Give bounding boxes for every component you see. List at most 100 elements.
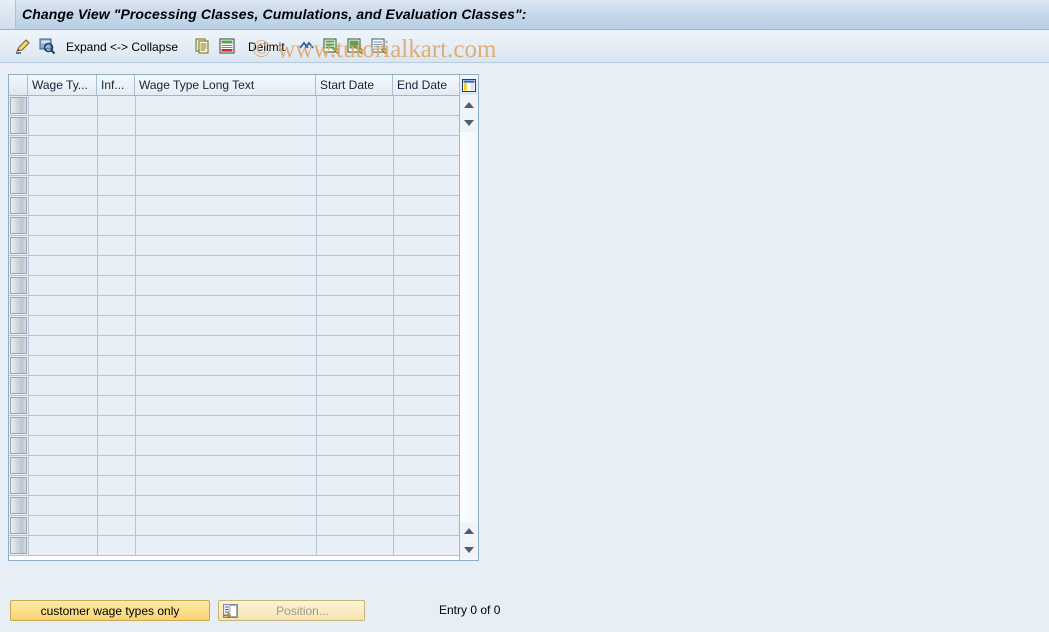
table-cell-infotype[interactable] [98, 336, 135, 355]
table-cell-end_date[interactable] [394, 136, 461, 155]
row-select-button[interactable] [10, 197, 27, 214]
table-cell-wage_type[interactable] [29, 296, 97, 315]
scroll-up-top-button[interactable] [460, 96, 478, 114]
display-button[interactable] [38, 35, 56, 59]
table-cell-infotype[interactable] [98, 236, 135, 255]
column-header-end-date[interactable]: End Date [393, 75, 461, 95]
table-cell-wage_type_long_text[interactable] [136, 476, 316, 495]
table-cell-infotype[interactable] [98, 536, 135, 555]
table-cell-start_date[interactable] [317, 336, 393, 355]
table-cell-wage_type[interactable] [29, 516, 97, 535]
table-cell-start_date[interactable] [317, 96, 393, 115]
table-cell-infotype[interactable] [98, 96, 135, 115]
table-cell-infotype[interactable] [98, 276, 135, 295]
row-select-button[interactable] [10, 537, 27, 554]
table-cell-infotype[interactable] [98, 476, 135, 495]
row-select-button[interactable] [10, 97, 27, 114]
row-select-button[interactable] [10, 377, 27, 394]
table-cell-end_date[interactable] [394, 336, 461, 355]
table-cell-start_date[interactable] [317, 376, 393, 395]
table-cell-end_date[interactable] [394, 436, 461, 455]
table-cell-start_date[interactable] [317, 496, 393, 515]
table-cell-end_date[interactable] [394, 396, 461, 415]
table-row[interactable] [9, 376, 461, 396]
table-cell-start_date[interactable] [317, 316, 393, 335]
table-cell-infotype[interactable] [98, 376, 135, 395]
table-cell-wage_type_long_text[interactable] [136, 276, 316, 295]
customer-wage-types-only-button[interactable]: customer wage types only [10, 600, 210, 621]
table-cell-start_date[interactable] [317, 216, 393, 235]
table-row[interactable] [9, 456, 461, 476]
row-select-button[interactable] [10, 417, 27, 434]
table-row[interactable] [9, 116, 461, 136]
table-cell-wage_type_long_text[interactable] [136, 496, 316, 515]
table-cell-wage_type_long_text[interactable] [136, 256, 316, 275]
table-cell-wage_type_long_text[interactable] [136, 336, 316, 355]
table-row[interactable] [9, 316, 461, 336]
table-cell-infotype[interactable] [98, 296, 135, 315]
table-cell-end_date[interactable] [394, 96, 461, 115]
table-cell-wage_type[interactable] [29, 216, 97, 235]
table-cell-end_date[interactable] [394, 296, 461, 315]
table-row[interactable] [9, 176, 461, 196]
table-row[interactable] [9, 476, 461, 496]
table-cell-wage_type_long_text[interactable] [136, 396, 316, 415]
table-cell-wage_type_long_text[interactable] [136, 196, 316, 215]
table-cell-wage_type_long_text[interactable] [136, 536, 316, 555]
table-cell-infotype[interactable] [98, 396, 135, 415]
row-select-button[interactable] [10, 437, 27, 454]
row-select-button[interactable] [10, 357, 27, 374]
table-cell-start_date[interactable] [317, 536, 393, 555]
table-row[interactable] [9, 516, 461, 536]
row-select-button[interactable] [10, 137, 27, 154]
row-select-button[interactable] [10, 217, 27, 234]
table-cell-infotype[interactable] [98, 316, 135, 335]
row-select-button[interactable] [10, 177, 27, 194]
table-vertical-scrollbar[interactable] [459, 75, 478, 560]
table-cell-wage_type[interactable] [29, 396, 97, 415]
row-select-button[interactable] [10, 337, 27, 354]
table-row[interactable] [9, 296, 461, 316]
table-cell-end_date[interactable] [394, 116, 461, 135]
table-settings-button[interactable] [459, 75, 478, 95]
table-cell-infotype[interactable] [98, 436, 135, 455]
position-button[interactable]: Position... [218, 600, 365, 621]
table-cell-start_date[interactable] [317, 356, 393, 375]
column-header-infotype[interactable]: Inf... [97, 75, 135, 95]
table-cell-wage_type[interactable] [29, 316, 97, 335]
select-all-button[interactable] [322, 35, 340, 59]
table-cell-start_date[interactable] [317, 136, 393, 155]
table-cell-infotype[interactable] [98, 156, 135, 175]
row-select-button[interactable] [10, 257, 27, 274]
table-row[interactable] [9, 416, 461, 436]
row-select-button[interactable] [10, 297, 27, 314]
table-cell-infotype[interactable] [98, 516, 135, 535]
table-cell-start_date[interactable] [317, 196, 393, 215]
table-cell-wage_type[interactable] [29, 256, 97, 275]
table-row[interactable] [9, 216, 461, 236]
table-cell-wage_type_long_text[interactable] [136, 176, 316, 195]
table-cell-start_date[interactable] [317, 176, 393, 195]
table-cell-end_date[interactable] [394, 356, 461, 375]
table-cell-infotype[interactable] [98, 216, 135, 235]
table-cell-wage_type[interactable] [29, 136, 97, 155]
table-cell-infotype[interactable] [98, 116, 135, 135]
table-cell-end_date[interactable] [394, 196, 461, 215]
table-cell-wage_type[interactable] [29, 236, 97, 255]
table-row[interactable] [9, 196, 461, 216]
table-cell-infotype[interactable] [98, 356, 135, 375]
table-cell-infotype[interactable] [98, 176, 135, 195]
table-cell-end_date[interactable] [394, 496, 461, 515]
table-cell-wage_type[interactable] [29, 336, 97, 355]
scroll-up-bottom-button[interactable] [460, 522, 478, 540]
table-cell-wage_type[interactable] [29, 156, 97, 175]
row-select-button[interactable] [10, 237, 27, 254]
table-row[interactable] [9, 356, 461, 376]
table-cell-wage_type_long_text[interactable] [136, 216, 316, 235]
table-cell-wage_type_long_text[interactable] [136, 356, 316, 375]
scrollbar-track[interactable] [460, 132, 478, 522]
table-cell-end_date[interactable] [394, 416, 461, 435]
table-cell-end_date[interactable] [394, 156, 461, 175]
table-cell-start_date[interactable] [317, 436, 393, 455]
table-cell-wage_type_long_text[interactable] [136, 416, 316, 435]
